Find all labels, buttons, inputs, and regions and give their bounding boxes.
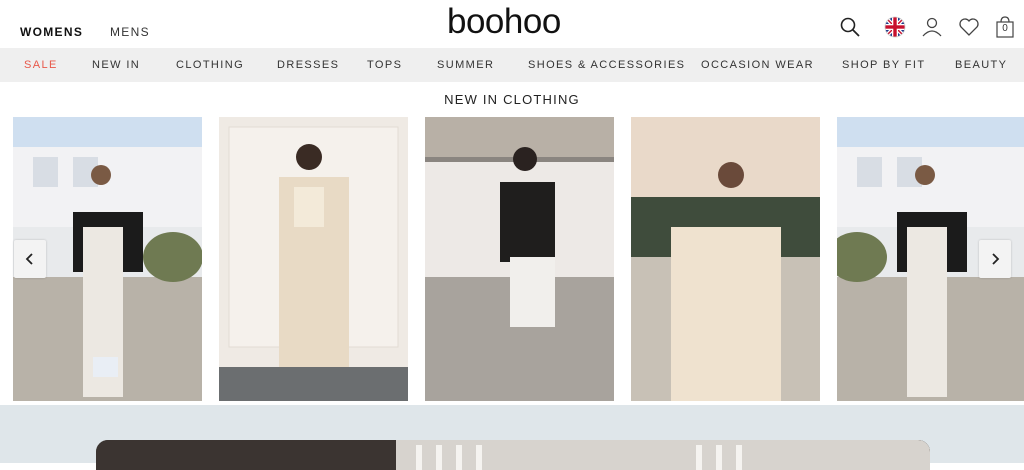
nav-womens[interactable]: WOMENS (20, 25, 83, 39)
nav-mens[interactable]: MENS (110, 25, 150, 39)
search-icon[interactable] (838, 15, 862, 39)
carousel-next-button[interactable] (979, 240, 1011, 278)
section-title: NEW IN CLOTHING (444, 92, 580, 107)
nav-shoes-accessories[interactable]: SHOES & ACCESSORIES (528, 59, 685, 71)
nav-dresses[interactable]: DRESSES (277, 59, 339, 71)
nav-shop-by-fit[interactable]: SHOP BY FIT (842, 59, 925, 71)
wishlist-heart-icon[interactable] (957, 15, 981, 39)
chevron-left-icon (25, 253, 33, 265)
bag-count: 0 (1002, 23, 1008, 34)
product-image-2[interactable] (219, 117, 408, 401)
chevron-right-icon (992, 253, 1000, 265)
nav-beauty[interactable]: BEAUTY (955, 59, 1007, 71)
nav-summer[interactable]: SUMMER (437, 59, 494, 71)
product-image-4[interactable] (631, 117, 820, 401)
bag-icon[interactable]: 0 (993, 15, 1017, 39)
boohoo-logo[interactable]: boohoo (447, 2, 577, 42)
nav-clothing[interactable]: CLOTHING (176, 59, 244, 71)
carousel-prev-button[interactable] (14, 240, 46, 278)
promo-banner-image[interactable] (96, 440, 930, 470)
nav-new-in[interactable]: NEW IN (92, 59, 140, 71)
category-nav: SALE NEW IN CLOTHING DRESSES TOPS SUMMER… (0, 48, 1024, 82)
nav-occasion-wear[interactable]: OCCASION WEAR (701, 59, 814, 71)
nav-sale[interactable]: SALE (24, 59, 58, 71)
product-image-3[interactable] (425, 117, 614, 401)
uk-flag-icon[interactable] (883, 15, 907, 39)
site-header: WOMENS MENS boohoo 0 (0, 0, 1024, 48)
account-icon[interactable] (920, 15, 944, 39)
nav-tops[interactable]: TOPS (367, 59, 402, 71)
